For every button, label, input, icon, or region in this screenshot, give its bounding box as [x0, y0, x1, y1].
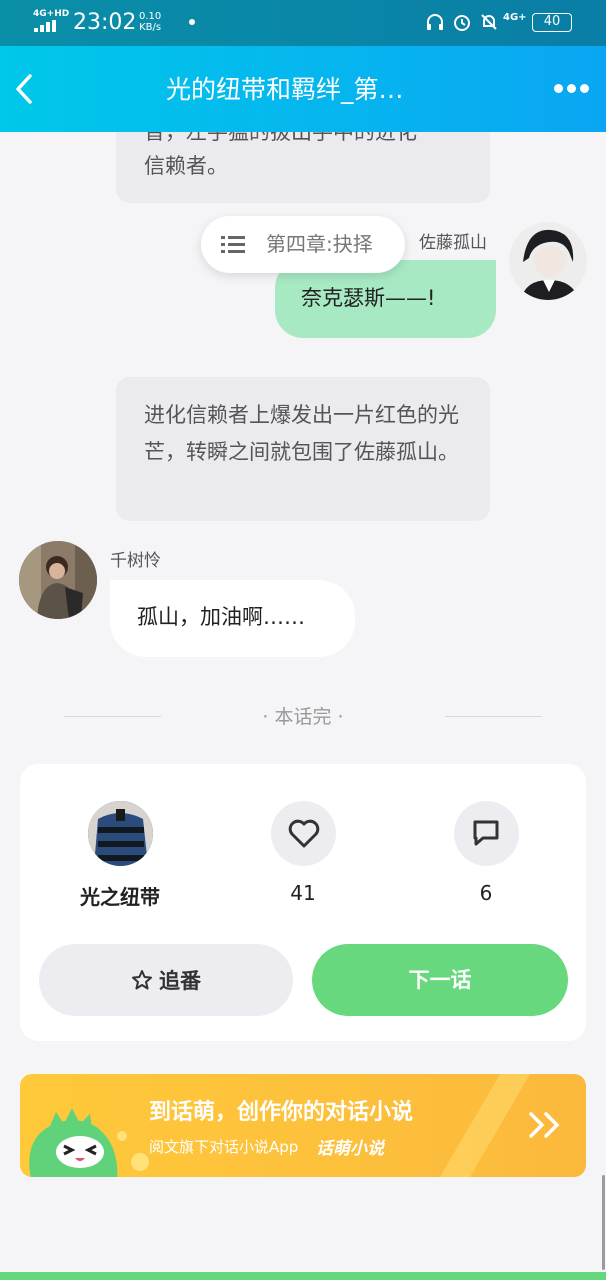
- speaker-name: 佐藤孤山: [419, 233, 487, 253]
- mascot-icon: [29, 1108, 118, 1177]
- heart-icon: [288, 819, 320, 848]
- narration-bubble: 进化信赖者上爆发出一片红色的光芒，转瞬之间就包围了佐藤孤山。: [116, 377, 490, 521]
- episode-end-label: · 本话完 ·: [262, 706, 344, 728]
- divider-line: [445, 716, 542, 717]
- avatar[interactable]: [19, 541, 97, 619]
- back-arrow-icon[interactable]: [12, 72, 36, 106]
- avatar-image: [509, 222, 587, 300]
- comment-icon: [473, 820, 499, 846]
- follow-label: 追番: [159, 969, 201, 993]
- like-button[interactable]: [271, 801, 336, 866]
- menu-list-icon: [221, 236, 245, 253]
- mute-bell-icon: [481, 14, 497, 30]
- network-type-2: 4G+: [503, 12, 527, 23]
- speaker-name: 千树怜: [110, 551, 161, 571]
- chapter-title: 第四章:抉择: [266, 232, 373, 256]
- speed-value: 0.10: [139, 11, 162, 22]
- episode-action-card: 光之纽带 41 6 追番 下一话: [20, 764, 586, 1041]
- avatar-image: [19, 541, 97, 619]
- signal-icon: [34, 20, 60, 32]
- author-name[interactable]: 光之纽带: [60, 881, 180, 910]
- banner-subtitle: 阅文旗下对话小说App: [149, 1138, 299, 1156]
- chapter-indicator[interactable]: 第四章:抉择: [201, 216, 405, 273]
- author-avatar-image: [88, 801, 153, 866]
- more-icon[interactable]: [554, 84, 590, 94]
- next-episode-button[interactable]: 下一话: [312, 944, 568, 1016]
- network-type: 4G+HD: [33, 9, 70, 19]
- network-speed: 0.10 KB/s: [139, 11, 161, 33]
- avatar[interactable]: [509, 222, 587, 300]
- page-title: 光的纽带和羁绊_第…: [166, 75, 404, 104]
- clock: 23:02: [73, 10, 137, 35]
- divider-line: [64, 716, 161, 717]
- bottom-edge: [0, 1272, 606, 1280]
- speech-bubble: 孤山，加油啊……: [110, 580, 355, 657]
- scrollbar[interactable]: [602, 1175, 605, 1270]
- promo-banner[interactable]: 到话萌，创作你的对话小说 阅文旗下对话小说App 话萌小说: [20, 1074, 586, 1177]
- header-background: 光的纽带和羁绊_第…: [0, 46, 606, 132]
- narration-line: 信赖者。: [144, 154, 228, 178]
- alarm-icon: [454, 15, 470, 31]
- notification-dot: [189, 19, 195, 25]
- like-count: 41: [290, 881, 316, 905]
- star-icon: [132, 970, 152, 990]
- battery-icon: 40: [532, 13, 572, 32]
- author-avatar[interactable]: [88, 801, 153, 866]
- banner-title: 到话萌，创作你的对话小说: [149, 1100, 414, 1125]
- headphones-icon: [427, 14, 443, 30]
- speed-unit: KB/s: [139, 22, 162, 33]
- follow-button[interactable]: 追番: [39, 944, 293, 1016]
- status-bar: 4G+HD 23:02 0.10 KB/s 4G+ 40: [0, 0, 606, 46]
- comment-button[interactable]: [454, 801, 519, 866]
- double-chevron-right-icon: [529, 1112, 560, 1138]
- banner-brand: 话萌小说: [316, 1139, 384, 1159]
- comment-count: 6: [479, 881, 493, 905]
